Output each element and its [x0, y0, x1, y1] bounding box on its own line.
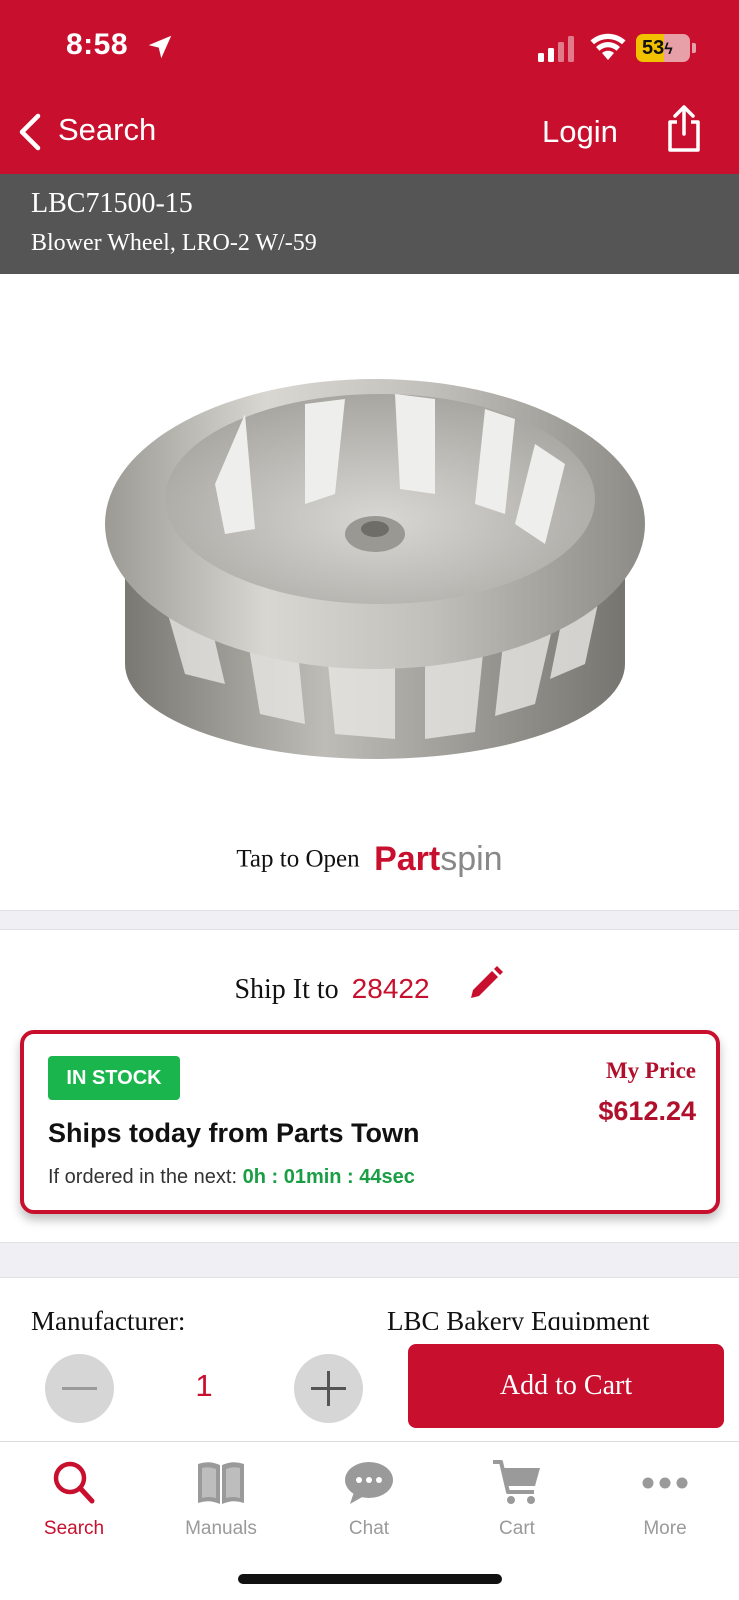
ship-to-zip[interactable]: 28422: [352, 973, 430, 1004]
section-divider: [0, 1242, 739, 1278]
back-chevron-icon[interactable]: [16, 112, 42, 152]
partspin-lead: Tap to Open: [236, 845, 360, 873]
section-divider: [0, 910, 739, 930]
order-countdown-line: If ordered in the next: 0h : 01min : 44s…: [48, 1166, 415, 1189]
battery-tip: [692, 43, 696, 53]
login-button[interactable]: Login: [542, 114, 618, 150]
chat-bubble-icon: [345, 1462, 393, 1504]
part-info-bar: LBC71500-15 Blower Wheel, LRO-2 W/-59: [0, 174, 739, 274]
partspin-logo-light: spin: [440, 840, 503, 878]
wifi-icon: [590, 33, 626, 60]
pencil-edit-icon[interactable]: [465, 964, 505, 1004]
cart-icon: [493, 1460, 540, 1504]
countdown-timer: 0h : 01min : 44sec: [242, 1166, 415, 1188]
tab-more-label: More: [643, 1518, 687, 1539]
part-number: LBC71500-15: [31, 188, 193, 219]
share-icon[interactable]: [664, 104, 704, 154]
add-to-cart-bar: 1 Add to Cart: [0, 1330, 739, 1442]
ship-to-row[interactable]: Ship It to 28422: [0, 964, 739, 1006]
blower-wheel-image[interactable]: [95, 354, 655, 774]
tab-search-label: Search: [43, 1518, 105, 1539]
charging-bolt-icon: ϟ: [664, 41, 673, 58]
partspin-link[interactable]: Tap to Open Partspin: [0, 840, 739, 879]
back-button[interactable]: Search: [58, 112, 156, 148]
quantity-value: 1: [195, 1368, 213, 1403]
more-dots-icon: [642, 1477, 688, 1489]
part-description: Blower Wheel, LRO-2 W/-59: [31, 230, 317, 256]
battery-indicator: 53ϟ: [636, 34, 690, 62]
partspin-logo[interactable]: Partspin: [374, 840, 503, 879]
battery-level: 53: [642, 37, 665, 59]
cellular-signal-icon: [538, 36, 574, 62]
status-time: 8:58: [66, 28, 129, 61]
my-price-value: $612.24: [598, 1096, 696, 1126]
book-icon: [198, 1462, 244, 1504]
quantity-increase-button[interactable]: [294, 1354, 363, 1423]
home-indicator: [238, 1574, 502, 1584]
app-header: 8:58 53ϟ Search Login: [0, 0, 739, 174]
tab-cart-label: Cart: [499, 1518, 535, 1539]
ship-to-label: Ship It to: [234, 974, 339, 1005]
tab-manuals-label: Manuals: [185, 1518, 257, 1539]
countdown-lead: If ordered in the next:: [48, 1166, 238, 1188]
stock-price-card: IN STOCK My Price $612.24 Ships today fr…: [20, 1030, 720, 1214]
partspin-logo-bold: Part: [374, 840, 441, 878]
tab-cart[interactable]: Cart: [443, 1456, 591, 1556]
ships-today-text: Ships today from Parts Town: [48, 1118, 420, 1148]
product-image-area[interactable]: Tap to Open Partspin: [0, 274, 739, 910]
location-arrow-icon: [148, 35, 172, 59]
quantity-decrease-button[interactable]: [45, 1354, 114, 1423]
add-to-cart-button[interactable]: Add to Cart: [408, 1344, 724, 1428]
tab-search[interactable]: Search: [0, 1456, 148, 1556]
tab-chat[interactable]: Chat: [295, 1456, 443, 1556]
product-detail-screen: 8:58 53ϟ Search Login LBC71500-15 Blower…: [0, 0, 739, 1600]
tab-manuals[interactable]: Manuals: [147, 1456, 295, 1556]
in-stock-badge: IN STOCK: [48, 1056, 180, 1100]
search-icon: [53, 1461, 95, 1504]
tab-more[interactable]: More: [591, 1456, 739, 1556]
my-price-label: My Price: [605, 1058, 696, 1083]
tab-chat-label: Chat: [348, 1518, 390, 1539]
